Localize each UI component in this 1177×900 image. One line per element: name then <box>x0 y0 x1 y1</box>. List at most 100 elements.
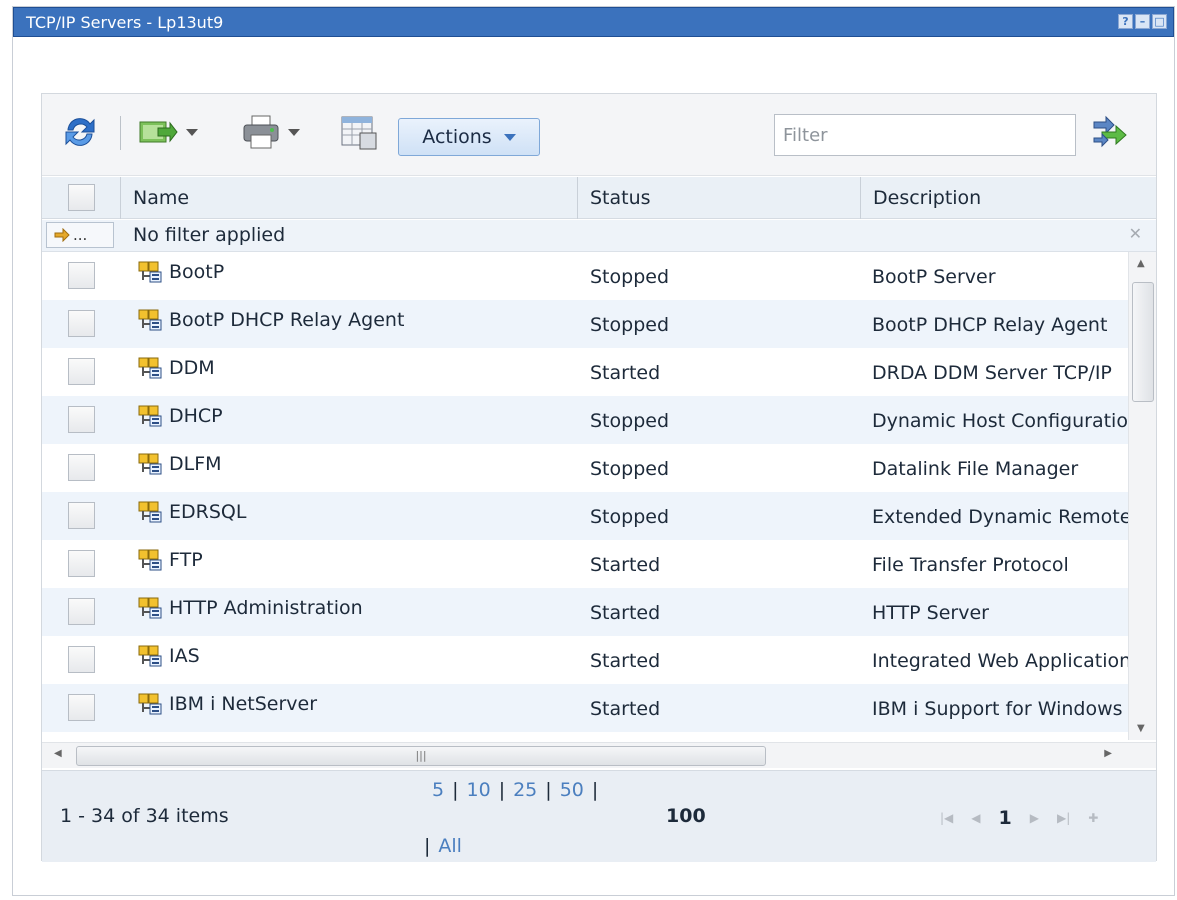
first-page-icon[interactable]: |◀ <box>940 811 953 825</box>
server-icon <box>138 597 162 619</box>
row-checkbox[interactable] <box>68 502 95 529</box>
row-checkbox[interactable] <box>68 598 95 625</box>
server-description: BootP DHCP Relay Agent <box>872 314 1108 336</box>
server-status: Started <box>590 602 661 624</box>
page-size-option[interactable]: 10 <box>467 779 491 801</box>
scroll-left-icon[interactable]: ◀ <box>54 748 62 759</box>
print-button[interactable] <box>242 112 300 152</box>
server-description: BootP Server <box>872 266 996 288</box>
server-description: Extended Dynamic Remote <box>872 506 1128 528</box>
previous-page-icon[interactable]: ◀ <box>971 811 980 825</box>
row-checkbox[interactable] <box>68 406 95 433</box>
server-status: Stopped <box>590 266 670 288</box>
clear-filter-icon[interactable]: ✕ <box>1129 224 1142 243</box>
filter-options-button[interactable]: ... <box>46 222 114 248</box>
vertical-scroll-thumb[interactable] <box>1132 282 1154 402</box>
server-description: Dynamic Host Configuration <box>872 410 1128 432</box>
vertical-scrollbar[interactable]: ▲ ▼ <box>1128 252 1156 740</box>
row-checkbox[interactable] <box>68 262 95 289</box>
server-name-cell: DHCP <box>137 404 223 428</box>
server-name[interactable]: FTP <box>169 549 203 571</box>
table-row[interactable]: FTP Started File Transfer Protocol <box>42 540 1128 588</box>
minimize-icon[interactable]: – <box>1135 14 1150 29</box>
table-row[interactable]: HTTP Administration Started HTTP Server <box>42 588 1128 636</box>
row-checkbox[interactable] <box>68 646 95 673</box>
server-status: Started <box>590 698 661 720</box>
table-config-button[interactable] <box>340 112 378 152</box>
filter-input[interactable] <box>774 114 1076 156</box>
select-all-checkbox[interactable] <box>68 184 95 211</box>
table-row[interactable]: DHCP Stopped Dynamic Host Configuration <box>42 396 1128 444</box>
server-icon <box>138 453 162 475</box>
server-name-cell: BootP <box>137 260 224 284</box>
server-icon <box>138 309 162 331</box>
page-size-separator: | <box>498 779 506 801</box>
server-name[interactable]: BootP <box>169 261 224 283</box>
row-checkbox[interactable] <box>68 550 95 577</box>
scroll-up-icon[interactable]: ▲ <box>1137 258 1145 269</box>
horizontal-scroll-thumb[interactable]: ||| <box>76 746 766 766</box>
maximize-icon[interactable]: □ <box>1152 14 1167 29</box>
toolbar-separator <box>120 116 121 150</box>
server-name-cell: EDRSQL <box>137 500 246 524</box>
page-size-option[interactable]: 5 <box>432 779 444 801</box>
table-row[interactable]: DLFM Stopped Datalink File Manager <box>42 444 1128 492</box>
column-header-status[interactable]: Status <box>577 177 860 219</box>
refresh-icon <box>65 118 95 146</box>
last-page-icon[interactable]: ▶| <box>1057 811 1070 825</box>
actions-button[interactable]: Actions <box>398 118 540 156</box>
print-icon <box>243 115 279 149</box>
server-name-cell: FTP <box>137 548 203 572</box>
page-size-option[interactable]: 50 <box>560 779 584 801</box>
table-row[interactable]: DDM Started DRDA DDM Server TCP/IP <box>42 348 1128 396</box>
server-icon <box>138 693 162 715</box>
page-size-all-line: | All <box>424 835 462 857</box>
table-config-icon <box>341 116 377 150</box>
scroll-right-icon[interactable]: ▶ <box>1104 748 1112 759</box>
page-size-separator: | <box>452 779 459 801</box>
server-status: Started <box>590 554 661 576</box>
row-checkbox[interactable] <box>68 694 95 721</box>
actions-button-label: Actions <box>422 126 492 148</box>
help-icon[interactable]: ? <box>1118 14 1133 29</box>
servers-table-panel: Actions Name Status Description <box>41 93 1157 862</box>
page-size-option[interactable]: 25 <box>513 779 537 801</box>
refresh-button[interactable] <box>60 112 100 152</box>
apply-filter-button[interactable] <box>1088 110 1132 154</box>
column-header-description[interactable]: Description <box>860 177 1156 219</box>
table-body: BootP Stopped BootP Server BootP DHCP Re… <box>42 252 1128 740</box>
server-name[interactable]: IBM i NetServer <box>169 693 317 715</box>
table-row[interactable]: IAS Started Integrated Web Application <box>42 636 1128 684</box>
row-checkbox[interactable] <box>68 358 95 385</box>
row-checkbox[interactable] <box>68 454 95 481</box>
server-name[interactable]: DLFM <box>169 453 222 475</box>
server-name[interactable]: EDRSQL <box>169 501 246 523</box>
export-icon <box>139 121 178 143</box>
table-row[interactable]: BootP Stopped BootP Server <box>42 252 1128 300</box>
server-name[interactable]: BootP DHCP Relay Agent <box>169 309 404 331</box>
page-size-all[interactable]: All <box>438 835 462 857</box>
table-row[interactable]: EDRSQL Stopped Extended Dynamic Remote <box>42 492 1128 540</box>
filter-status-row: ... No filter applied ✕ <box>42 220 1156 252</box>
server-name[interactable]: IAS <box>169 645 200 667</box>
table-row[interactable]: IBM i NetServer Started IBM i Support fo… <box>42 684 1128 732</box>
scroll-down-icon[interactable]: ▼ <box>1137 723 1145 734</box>
server-name-cell: HTTP Administration <box>137 596 363 620</box>
go-to-page-icon[interactable]: ✚ <box>1088 811 1098 825</box>
server-icon <box>138 261 162 283</box>
export-button[interactable] <box>138 112 198 152</box>
chevron-down-icon <box>288 128 300 136</box>
server-icon <box>138 645 162 667</box>
table-row[interactable]: BootP DHCP Relay Agent Stopped BootP DHC… <box>42 300 1128 348</box>
server-name[interactable]: DDM <box>169 357 215 379</box>
server-description: Integrated Web Application <box>872 650 1128 672</box>
toolbar: Actions <box>42 94 1156 176</box>
server-name[interactable]: DHCP <box>169 405 223 427</box>
row-checkbox[interactable] <box>68 310 95 337</box>
horizontal-scrollbar[interactable]: ◀ ||| ▶ <box>42 742 1156 768</box>
column-header-name[interactable]: Name <box>120 177 577 219</box>
server-name[interactable]: HTTP Administration <box>169 597 363 619</box>
server-description: IBM i Support for Windows <box>872 698 1123 720</box>
window-title: TCP/IP Servers - Lp13ut9 <box>26 13 224 32</box>
next-page-icon[interactable]: ▶ <box>1030 811 1039 825</box>
